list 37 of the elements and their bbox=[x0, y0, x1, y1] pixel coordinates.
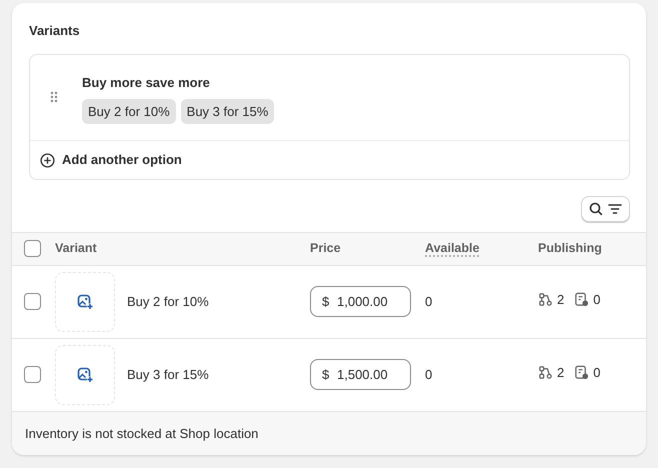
add-image-icon bbox=[77, 366, 93, 382]
column-header: Price bbox=[310, 241, 341, 256]
currency-symbol: $ bbox=[322, 293, 330, 310]
select-all-checkbox[interactable] bbox=[24, 240, 41, 258]
currency-symbol: $ bbox=[322, 366, 330, 383]
channels-icon bbox=[538, 292, 553, 308]
add-option-button[interactable]: Add another option bbox=[30, 141, 192, 179]
image-placeholder[interactable] bbox=[55, 344, 115, 404]
catalog-count: 0 bbox=[593, 364, 600, 382]
catalog-icon bbox=[574, 292, 590, 308]
search-icon bbox=[588, 200, 604, 217]
table-row[interactable]: Buy 2 for 10% 1,000.00 $ 0 2 0 bbox=[12, 266, 646, 338]
image-placeholder[interactable] bbox=[55, 272, 115, 332]
card-title: Variants bbox=[29, 23, 80, 38]
column-header[interactable]: Available bbox=[425, 241, 480, 258]
column-header: Variant bbox=[55, 240, 97, 258]
catalog-count: 0 bbox=[593, 291, 600, 310]
row-checkbox[interactable] bbox=[24, 366, 41, 383]
drag-handle-icon[interactable] bbox=[50, 91, 58, 104]
column-header: Publishing bbox=[538, 241, 602, 256]
variant-name: Buy 3 for 15% bbox=[127, 366, 209, 384]
variant-name: Buy 2 for 10% bbox=[127, 292, 209, 311]
search-filter-button[interactable] bbox=[581, 196, 630, 222]
option-value-tag: Buy 3 for 15% bbox=[180, 98, 274, 124]
table-row[interactable]: Buy 3 for 15% 1,500.00 $ 0 2 0 bbox=[12, 338, 646, 412]
inventory-note: Inventory is not stocked at Shop location bbox=[25, 426, 258, 440]
option-value-tag: Buy 2 for 10% bbox=[82, 98, 176, 124]
available-count: 0 bbox=[425, 366, 432, 382]
option-name: Buy more save more bbox=[82, 74, 211, 92]
channels-icon bbox=[538, 365, 553, 380]
plus-circle-icon bbox=[40, 152, 55, 168]
available-count: 0 bbox=[425, 294, 432, 309]
row-checkbox[interactable] bbox=[24, 293, 41, 310]
channel-count: 2 bbox=[557, 291, 564, 310]
add-image-icon bbox=[77, 294, 93, 310]
catalog-icon bbox=[574, 365, 590, 380]
channel-count: 2 bbox=[557, 364, 564, 382]
